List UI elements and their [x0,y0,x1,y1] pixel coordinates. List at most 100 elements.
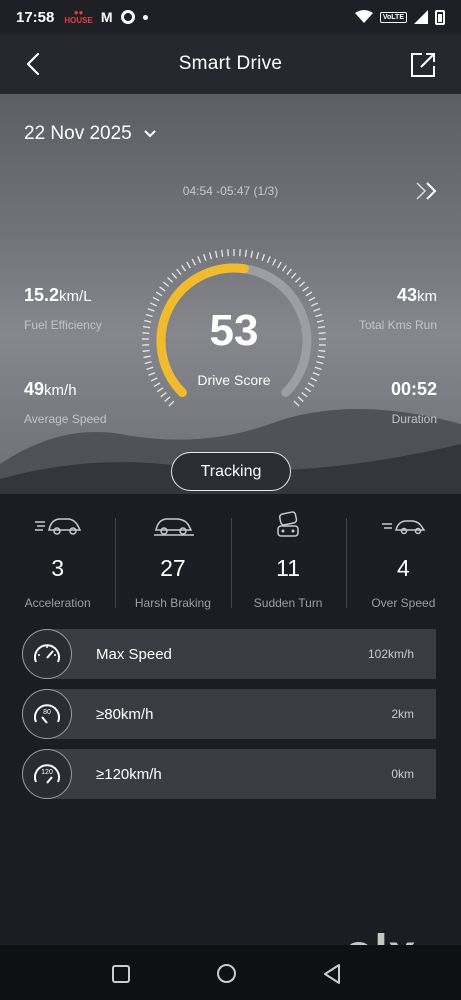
gauge-tick [308,296,316,302]
gauge-tick [155,291,163,297]
page-title: Smart Drive [178,53,283,74]
sudden-turn-count: 11 [276,555,301,581]
duration-value: 00:52 [390,379,437,399]
speedometer-icon [34,644,60,663]
chevron-down-icon [144,130,156,138]
gauge-tick [277,261,282,269]
gauge-tick [250,250,254,258]
status-bar: 17:58 ●● HOUSE M VoLTE [0,0,461,34]
gauge-tick [314,366,322,371]
fuel-efficiency-stat: 15.2km/L Fuel Efficiency [24,285,102,332]
gauge-tick [244,249,247,257]
gmail-icon: M [100,9,113,25]
system-nav-bar [0,945,461,1000]
wifi-icon [354,10,373,23]
gauge-tick [294,276,301,283]
gauge-tick [316,361,324,365]
more-notifications-icon [142,14,148,20]
gauge-tick [293,400,300,407]
gauge-tick [191,258,196,266]
notification-icons: ●● HOUSE M [64,8,148,25]
gauge-tick [214,250,218,258]
over-80-label: ≥80km/h [96,705,154,723]
braking-car-icon [153,518,194,536]
gauge-tick [164,396,171,403]
gauge-tick [304,387,312,393]
app-header: Smart Drive [0,34,461,94]
event-harsh-braking[interactable]: 27 Harsh Braking [115,508,230,618]
event-over-speed[interactable]: 4 Over Speed [345,508,461,618]
date-selector[interactable]: 22 Nov 2025 [24,123,158,145]
gauge-tick [208,252,213,260]
gauge-tick [168,400,175,407]
gauge-tick [146,366,154,371]
acceleration-car-icon [34,518,81,535]
gauge-tick [255,252,260,260]
svg-text:120: 120 [41,769,53,776]
back-arrow-icon[interactable] [20,50,48,78]
total-kms-unit: km [417,288,437,305]
nav-back-icon[interactable] [322,963,342,985]
event-acceleration[interactable]: 3 Acceleration [0,508,115,618]
average-speed-unit: km/h [44,382,77,399]
over-80-value: 2km [391,707,414,721]
drive-summary-panel: 22 Nov 2025 04:54 -05:47 (1/3) 15.2km/L … [0,94,461,494]
gauge-tick [186,261,191,269]
average-speed-stat: 49km/h Average Speed [24,379,107,426]
gauge-tick [290,272,297,279]
signal-icon [414,10,428,24]
gauge-tick [297,396,304,403]
volte-icon: VoLTE [379,11,407,23]
app-notification-icon: ●● HOUSE [64,8,93,25]
average-speed-value: 49 [24,379,45,399]
gauge-tick [301,391,308,398]
gauge-tick [197,256,202,264]
gauge-tick [221,249,224,257]
max-speed-row: Max Speed 102km/h [22,629,436,679]
home-icon[interactable] [217,964,236,983]
over-speed-label: Over Speed [371,596,436,610]
system-icons: VoLTE [354,9,445,25]
gauge-tick [143,355,151,359]
gauge-tick [261,253,266,261]
driving-events: 3 Acceleration 27 Harsh Braking 11 Sudde… [0,508,461,618]
gauge-tick [152,296,160,302]
total-kms-value: 43 [396,285,417,305]
gauge-tick [302,286,309,292]
gauge-tick [162,281,170,288]
speedometer-80-icon: 80 [34,704,60,724]
acceleration-count: 3 [51,555,65,581]
trip-time-range: 04:54 -05:47 (1/3) [182,184,279,198]
max-speed-label: Max Speed [96,645,172,663]
harsh-braking-count: 27 [160,555,186,581]
gauge-tick [171,272,178,279]
gauge-tick [298,281,306,288]
gauge-tick [144,361,152,365]
drive-score-label: Drive Score [197,372,271,388]
drive-score-value: 53 [209,306,259,355]
recent-apps-icon[interactable] [112,965,130,983]
gauge-tick [167,276,174,283]
share-export-icon[interactable] [409,51,437,79]
svg-text:80: 80 [43,709,51,716]
tracking-button[interactable]: Tracking [171,452,291,491]
selected-date: 22 Nov 2025 [24,123,132,144]
duration-stat: 00:52 Duration [391,379,437,426]
speedometer-120-icon: 120 [34,764,60,784]
over-80-row: 80 ≥80km/h 2km [22,689,436,739]
harsh-braking-label: Harsh Braking [134,596,211,610]
over-120-row: 120 ≥120km/h 0km [22,749,436,799]
gauge-tick [160,391,167,398]
sudden-turn-icon [277,511,299,537]
gauge-tick [317,355,325,359]
duration-label: Duration [391,412,437,426]
event-sudden-turn[interactable]: 11 Sudden Turn [230,508,346,618]
gauge-tick [176,268,182,275]
gauge-tick [272,258,277,266]
next-trip-icon[interactable] [414,180,442,202]
over-120-label: ≥120km/h [96,765,162,783]
max-speed-value: 102km/h [367,647,414,661]
total-kms-stat: 43km Total Kms Run [359,285,437,332]
gauge-tick [305,291,313,297]
total-kms-label: Total Kms Run [358,318,437,332]
